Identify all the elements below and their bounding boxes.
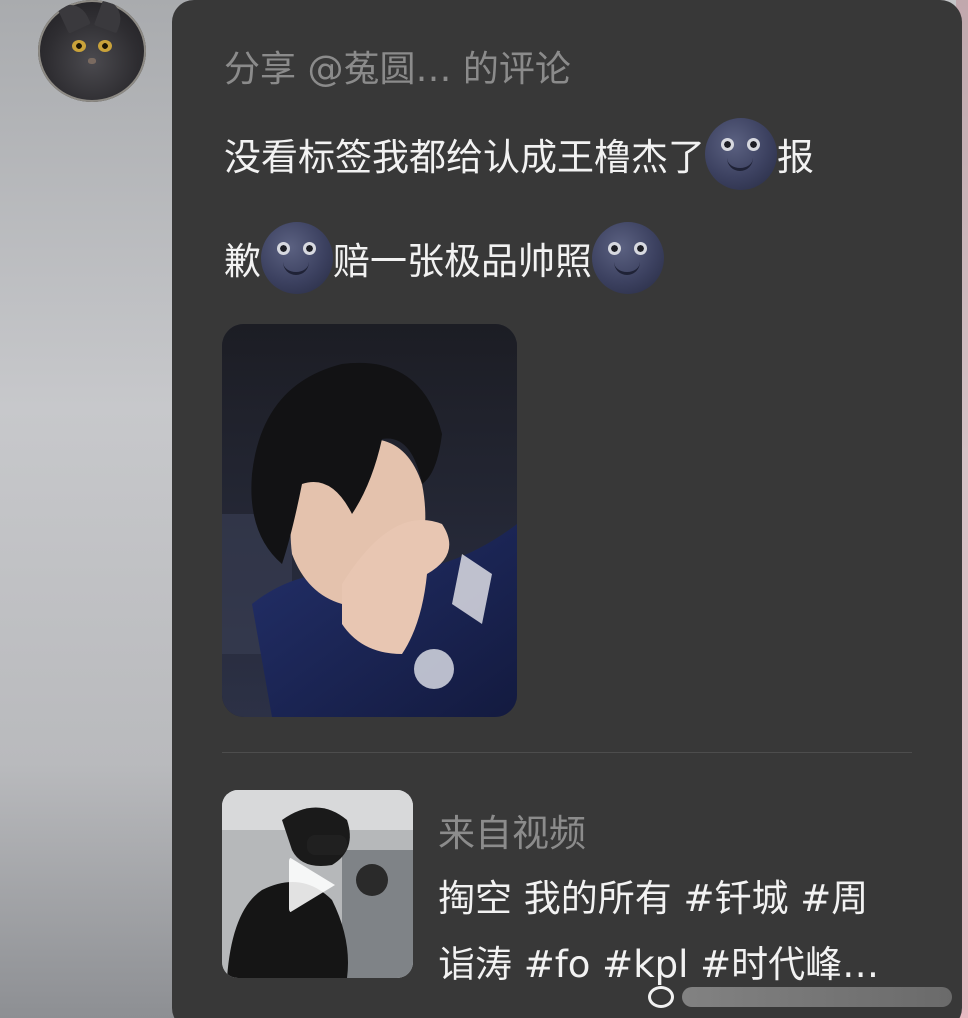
comment-text-line-2: 歉 赔一张极品帅照 <box>224 222 664 294</box>
video-title[interactable]: 掏空 我的所有 #钎城 #周 诣涛 #fo #kpl #时代峰… <box>438 866 918 998</box>
comment-text: 赔一张极品帅照 <box>333 240 592 283</box>
comment-photo[interactable] <box>222 324 517 717</box>
comment-text: 报 <box>777 136 814 179</box>
comment-text: 没看标签我都给认成王橹杰了 <box>224 136 705 179</box>
share-header[interactable]: 分享 @菟圆… 的评论 <box>224 40 571 92</box>
source-label: 来自视频 <box>438 812 586 855</box>
background-left <box>0 0 190 1018</box>
section-divider <box>222 752 912 753</box>
new-moon-face-icon <box>592 222 664 294</box>
watermark-blurred-handle <box>682 987 952 1007</box>
new-moon-face-icon <box>261 222 333 294</box>
avatar-cat-eye <box>98 40 112 52</box>
weibo-watermark <box>648 982 968 1012</box>
play-icon[interactable] <box>289 857 335 913</box>
avatar-cat-ear <box>57 0 91 34</box>
video-title-line: 掏空 我的所有 #钎城 #周 <box>438 877 869 920</box>
avatar-cat-nose <box>88 58 96 64</box>
new-moon-face-icon <box>705 118 777 190</box>
user-avatar[interactable] <box>38 0 146 102</box>
comment-text-line-1: 没看标签我都给认成王橹杰了 报 <box>224 118 814 190</box>
weibo-icon <box>648 986 674 1008</box>
comment-text: 歉 <box>224 240 261 283</box>
avatar-cat-eye <box>72 40 86 52</box>
photo-illustration <box>222 324 517 717</box>
